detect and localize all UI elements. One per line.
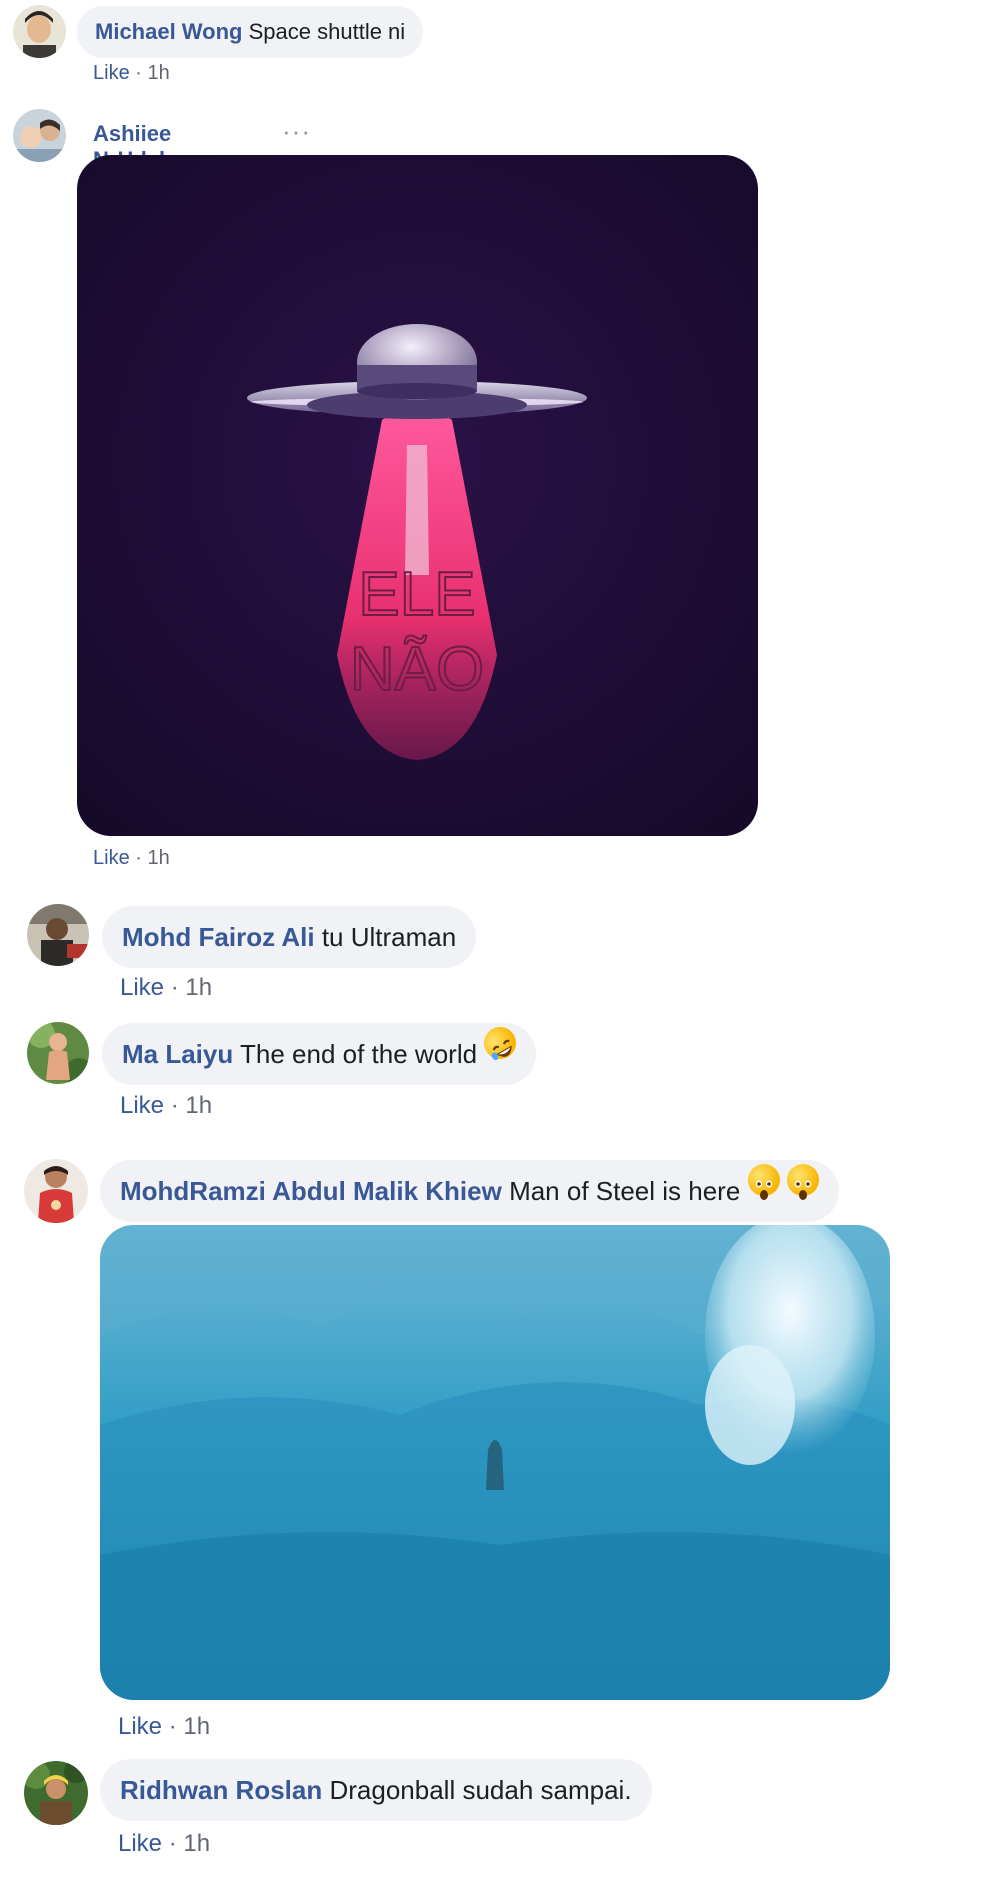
- comment-bubble: MohdRamzi Abdul Malik Khiew Man of Steel…: [100, 1160, 839, 1222]
- comment-actions: Like · 1h: [118, 1830, 210, 1858]
- avatar[interactable]: [24, 1761, 88, 1825]
- like-button[interactable]: Like: [118, 1830, 162, 1857]
- separator-dot: ·: [168, 1830, 177, 1857]
- comment-actions: Like · 1h: [120, 1092, 212, 1120]
- separator-dot: ·: [135, 847, 142, 869]
- image-caption-line1: ELE: [358, 560, 475, 629]
- comment-bubble: Mohd Fairoz Ali tu Ultraman: [102, 906, 477, 968]
- comment-actions: Like · 1h: [120, 974, 212, 1002]
- separator-dot: ·: [170, 1092, 179, 1119]
- comment-actions: Like · 1h: [118, 1713, 210, 1741]
- comment-timestamp[interactable]: 1h: [148, 847, 170, 869]
- like-button[interactable]: Like: [120, 1092, 164, 1119]
- comment-bubble: Ma Laiyu The end of the world: [102, 1021, 537, 1085]
- more-options-icon[interactable]: ···: [282, 116, 311, 147]
- avatar[interactable]: [13, 109, 66, 162]
- astonished-face-icon: [747, 1164, 780, 1200]
- comment-timestamp[interactable]: 1h: [185, 1092, 212, 1119]
- comment-actions: Like · 1h: [93, 847, 170, 870]
- astonished-face-icon: [786, 1164, 819, 1200]
- avatar[interactable]: [27, 1022, 89, 1084]
- comment-image[interactable]: ELE NÃO: [77, 155, 758, 836]
- separator-dot: ·: [170, 974, 179, 1001]
- comment-bubble: Ridhwan Roslan Dragonball sudah sampai.: [100, 1759, 652, 1821]
- comment-bubble: Michael Wong Space shuttle ni: [77, 6, 424, 58]
- comment-timestamp[interactable]: 1h: [185, 974, 212, 1001]
- comment-timestamp[interactable]: 1h: [148, 62, 170, 84]
- like-button[interactable]: Like: [93, 847, 130, 869]
- avatar[interactable]: [27, 904, 89, 966]
- separator-dot: ·: [168, 1713, 177, 1740]
- comment-actions: Like · 1h: [93, 62, 170, 85]
- separator-dot: ·: [135, 62, 142, 84]
- comment-author[interactable]: MohdRamzi Abdul Malik Khiew: [120, 1176, 502, 1206]
- comment-text: Dragonball sudah sampai.: [329, 1775, 632, 1805]
- like-button[interactable]: Like: [93, 62, 130, 84]
- like-button[interactable]: Like: [120, 974, 164, 1001]
- comment-text: Man of Steel is here: [509, 1176, 741, 1206]
- image-caption-line2: NÃO: [350, 635, 484, 704]
- comment-image[interactable]: [100, 1225, 890, 1700]
- comment-timestamp[interactable]: 1h: [183, 1830, 210, 1857]
- comment-author[interactable]: Mohd Fairoz Ali: [122, 922, 315, 952]
- comment-text: tu Ultraman: [321, 922, 457, 952]
- comment-text: The end of the world: [240, 1039, 478, 1069]
- avatar[interactable]: [13, 5, 66, 58]
- rolling-on-floor-laughing-icon: [478, 1021, 523, 1065]
- comment-timestamp[interactable]: 1h: [183, 1713, 210, 1740]
- comment-author[interactable]: Ma Laiyu: [122, 1039, 233, 1069]
- comment-author[interactable]: Ridhwan Roslan: [120, 1775, 322, 1805]
- comment-author[interactable]: Michael Wong: [95, 19, 243, 44]
- avatar[interactable]: [24, 1159, 88, 1223]
- like-button[interactable]: Like: [118, 1713, 162, 1740]
- comment-text: Space shuttle ni: [248, 19, 406, 44]
